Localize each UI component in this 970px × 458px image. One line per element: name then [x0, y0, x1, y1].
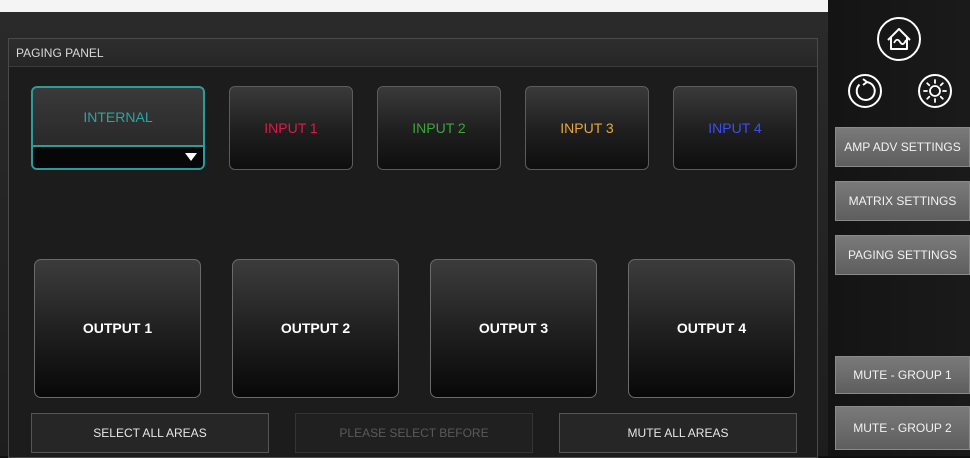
source-input-2-button[interactable]: INPUT 2: [377, 86, 501, 170]
output-3-button[interactable]: OUTPUT 3: [430, 259, 597, 398]
caret-down-icon: [185, 153, 197, 161]
source-input-2-label: INPUT 2: [412, 120, 466, 136]
output-3-label: OUTPUT 3: [478, 320, 549, 336]
paging-settings-button[interactable]: PAGING SETTINGS: [835, 235, 970, 275]
output-4-label: OUTPUT 4: [676, 320, 747, 336]
output-1-label: OUTPUT 1: [82, 320, 153, 336]
dropdown-bar[interactable]: [33, 145, 203, 168]
home-icon[interactable]: [875, 15, 923, 63]
mute-group-1-button[interactable]: MUTE - GROUP 1: [835, 356, 970, 394]
brightness-icon[interactable]: [916, 72, 954, 110]
source-internal-dropdown[interactable]: INTERNAL: [31, 86, 205, 170]
please-select-before-button: PLEASE SELECT BEFORE: [295, 413, 533, 453]
source-input-1-label: INPUT 1: [264, 120, 318, 136]
source-input-3-button[interactable]: INPUT 3: [525, 86, 649, 170]
source-input-1-button[interactable]: INPUT 1: [229, 86, 353, 170]
main-area: PAGING PANEL INTERNAL INPUT 1 INPUT 2 IN…: [0, 12, 828, 458]
paging-panel: PAGING PANEL INTERNAL INPUT 1 INPUT 2 IN…: [8, 38, 818, 458]
output-1-button[interactable]: OUTPUT 1: [34, 259, 201, 398]
select-all-areas-button[interactable]: SELECT ALL AREAS: [31, 413, 269, 453]
panel-title: PAGING PANEL: [9, 39, 817, 67]
source-input-4-button[interactable]: INPUT 4: [673, 86, 797, 170]
output-2-button[interactable]: OUTPUT 2: [232, 259, 399, 398]
source-input-3-label: INPUT 3: [560, 120, 614, 136]
top-strip: [0, 0, 828, 12]
refresh-icon[interactable]: [846, 72, 884, 110]
mute-group-2-button[interactable]: MUTE - GROUP 2: [835, 406, 970, 450]
output-4-button[interactable]: OUTPUT 4: [628, 259, 795, 398]
sidebar: AMP ADV SETTINGS MATRIX SETTINGS PAGING …: [828, 0, 970, 456]
source-internal-label: INTERNAL: [83, 109, 153, 125]
amp-adv-settings-button[interactable]: AMP ADV SETTINGS: [835, 127, 970, 167]
matrix-settings-button[interactable]: MATRIX SETTINGS: [835, 181, 970, 221]
output-2-label: OUTPUT 2: [280, 320, 351, 336]
source-input-4-label: INPUT 4: [708, 120, 762, 136]
mute-all-areas-button[interactable]: MUTE ALL AREAS: [559, 413, 797, 453]
